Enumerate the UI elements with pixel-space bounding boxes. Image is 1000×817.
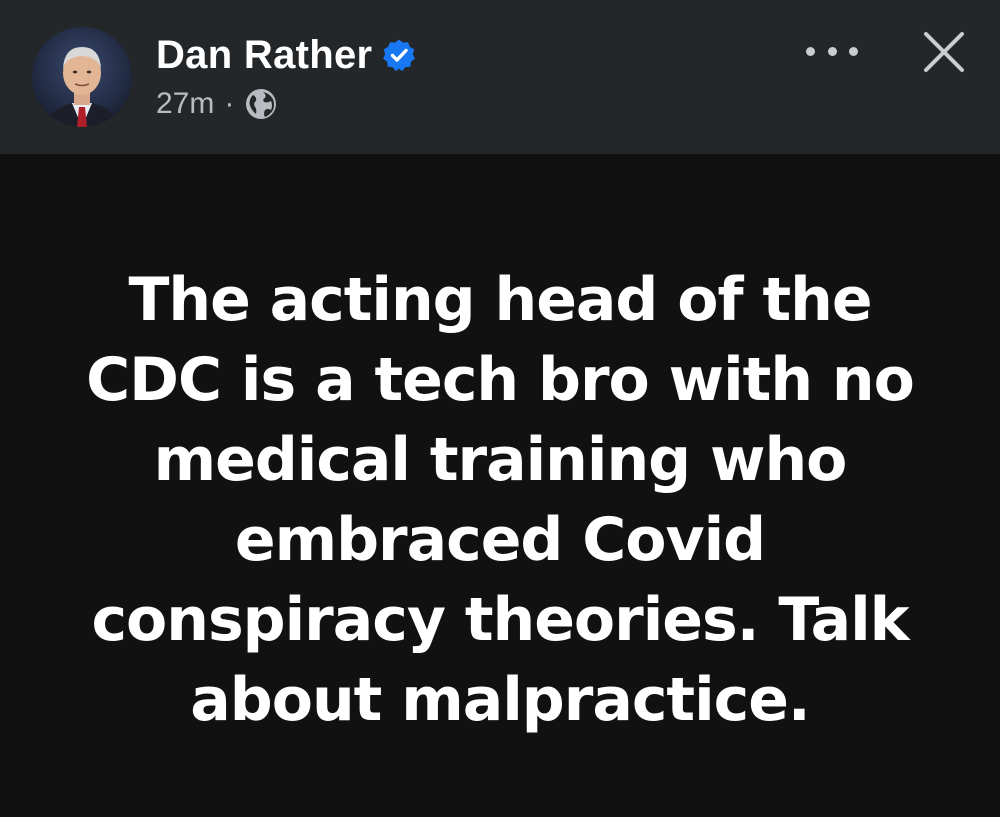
post-viewer: Dan Rather 27m · The acting head of the … [0,0,1000,817]
post-text-line: CDC is a tech bro with no [86,345,915,415]
globe-icon [246,89,277,119]
author-avatar[interactable] [32,27,132,127]
post-meta: 27m · [156,84,278,124]
more-options-icon-dot [849,46,858,56]
close-icon [924,32,964,72]
post-text: The acting head of the CDC is a tech bro… [40,260,960,740]
more-options-icon-dot [806,46,815,56]
post-text-line: about malpractice. [190,665,810,735]
avatar-image [32,27,132,127]
author-name[interactable]: Dan Rather [156,30,372,80]
post-text-line: The acting head of the [128,265,872,335]
more-options-button[interactable] [806,38,858,64]
close-button[interactable] [918,26,970,78]
post-text-line: conspiracy theories. Talk [91,585,909,655]
post-header: Dan Rather 27m · [0,0,1000,154]
post-timestamp[interactable]: 27m [156,84,214,124]
meta-separator: · [224,87,235,120]
author-name-row: Dan Rather [156,30,416,80]
verified-badge-icon [382,38,416,72]
more-options-icon-dot [827,46,837,56]
post-text-line: embraced Covid [234,505,766,575]
post-body: The acting head of the CDC is a tech bro… [0,154,1000,817]
post-text-line: medical training who [153,425,848,495]
